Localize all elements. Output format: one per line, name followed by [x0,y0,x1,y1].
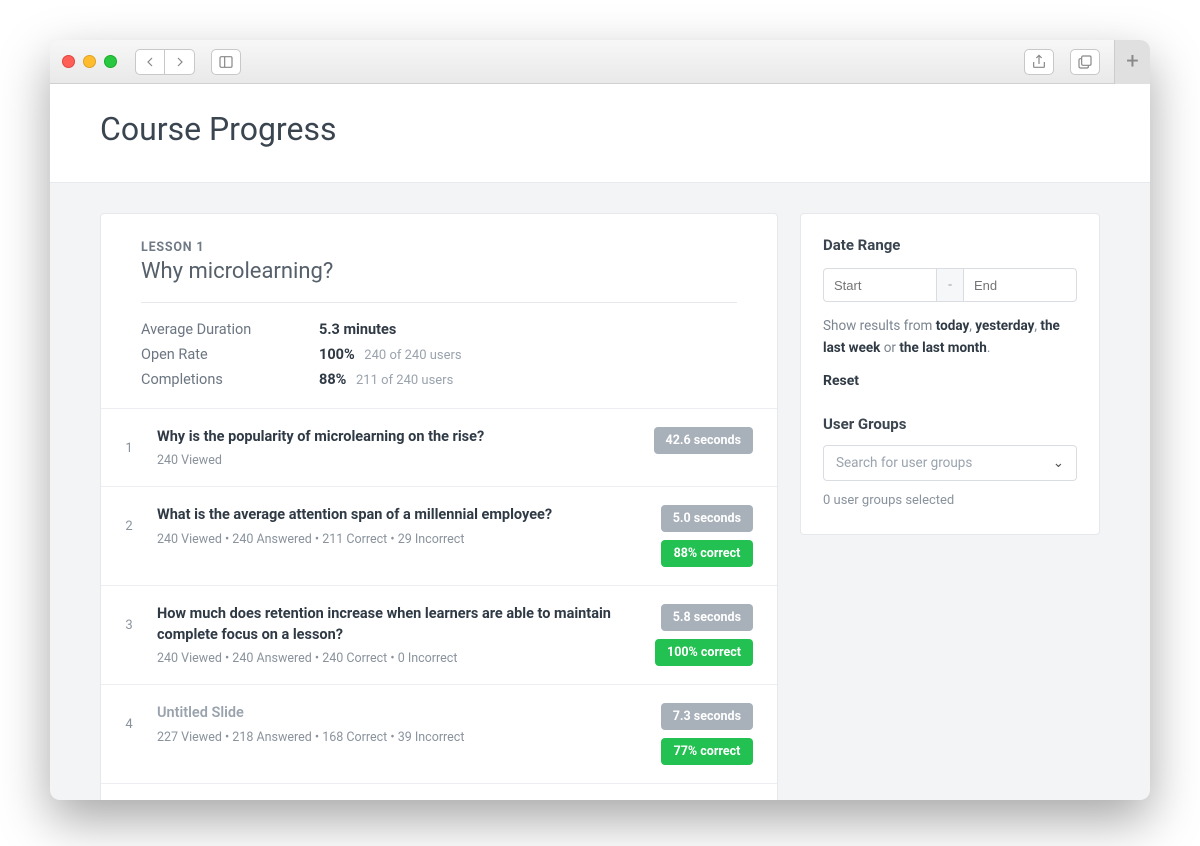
slide-number: 1 [119,427,139,456]
slide-row[interactable]: 5Microlessons allow for tailored content… [101,783,777,800]
window-zoom-icon[interactable] [104,55,117,68]
lesson-card: LESSON 1 Why microlearning? Average Dura… [100,213,778,800]
preset-yesterday[interactable]: yesterday [975,318,1034,334]
slide-stats: 240 Viewed [157,453,636,468]
back-button[interactable] [135,49,165,75]
slide-correct-pill: 88% correct [661,540,753,567]
preset-last-month[interactable]: the last month [899,340,986,356]
slide-stats: 240 Viewed • 240 Answered • 240 Correct … [157,651,637,666]
slide-correct-pill: 77% correct [661,738,753,765]
reset-button[interactable]: Reset [823,373,1077,389]
chevron-down-icon: ⌄ [1053,455,1064,471]
user-groups-selected-count: 0 user groups selected [823,493,1077,508]
tabs-icon [1077,54,1093,70]
lesson-number: LESSON 1 [141,240,737,255]
slide-number: 2 [119,505,139,534]
sidebar-icon [218,54,234,70]
slide-row[interactable]: 1 Why is the popularity of microlearning … [101,408,777,486]
user-groups-select[interactable]: Search for user groups ⌄ [823,445,1077,481]
slide-title: Untitled Slide [157,703,643,723]
filters-card: Date Range - Show results from today, ye… [800,213,1100,535]
date-range-title: Date Range [823,236,1077,254]
open-rate-label: Open Rate [141,346,291,363]
completions-label: Completions [141,371,291,388]
page-title: Course Progress [100,110,1100,148]
avg-duration-value: 5.3 minutes [319,321,396,338]
slide-title: What is the average attention span of a … [157,505,643,525]
user-groups-placeholder: Search for user groups [836,455,972,471]
lesson-title: Why microlearning? [141,259,737,284]
slide-number: 3 [119,604,139,633]
slide-number: 4 [119,703,139,732]
slide-title: Why is the popularity of microlearning o… [157,427,636,447]
date-helper-text: Show results from today, yesterday, the … [823,316,1077,359]
date-end-input[interactable] [963,268,1077,302]
slide-title: How much does retention increase when le… [157,604,637,645]
open-rate-value: 100% [319,346,355,363]
chevron-left-icon [142,54,158,70]
chevron-right-icon [172,54,188,70]
completions-sub: 211 of 240 users [356,373,453,388]
date-separator: - [937,268,963,302]
slide-row[interactable]: 2 What is the average attention span of a… [101,486,777,585]
share-button[interactable] [1024,49,1054,75]
completions-value: 88% [319,371,346,388]
user-groups-title: User Groups [823,415,1077,433]
slide-correct-pill: 100% correct [655,639,753,666]
slide-stats: 227 Viewed • 218 Answered • 168 Correct … [157,730,643,745]
slide-time-pill: 5.0 seconds [661,505,753,532]
sidebar-toggle-button[interactable] [211,49,241,75]
forward-button[interactable] [165,49,195,75]
new-tab-button[interactable]: + [1114,40,1150,84]
open-rate-sub: 240 of 240 users [364,348,461,363]
window-minimize-icon[interactable] [83,55,96,68]
browser-titlebar: + [50,40,1150,84]
slide-time-pill: 5.8 seconds [661,604,753,631]
slide-row[interactable]: 4 Untitled Slide 227 Viewed • 218 Answered… [101,684,777,783]
tabs-button[interactable] [1070,49,1100,75]
avg-duration-label: Average Duration [141,321,291,338]
slide-stats: 240 Viewed • 240 Answered • 211 Correct … [157,532,643,547]
date-start-input[interactable] [823,268,937,302]
preset-today[interactable]: today [936,318,970,334]
slide-time-pill: 7.3 seconds [661,703,753,730]
slide-time-pill: 42.6 seconds [654,427,753,454]
share-icon [1031,54,1047,70]
page-header: Course Progress [50,84,1150,183]
window-close-icon[interactable] [62,55,75,68]
slide-row[interactable]: 3 How much does retention increase when l… [101,585,777,684]
